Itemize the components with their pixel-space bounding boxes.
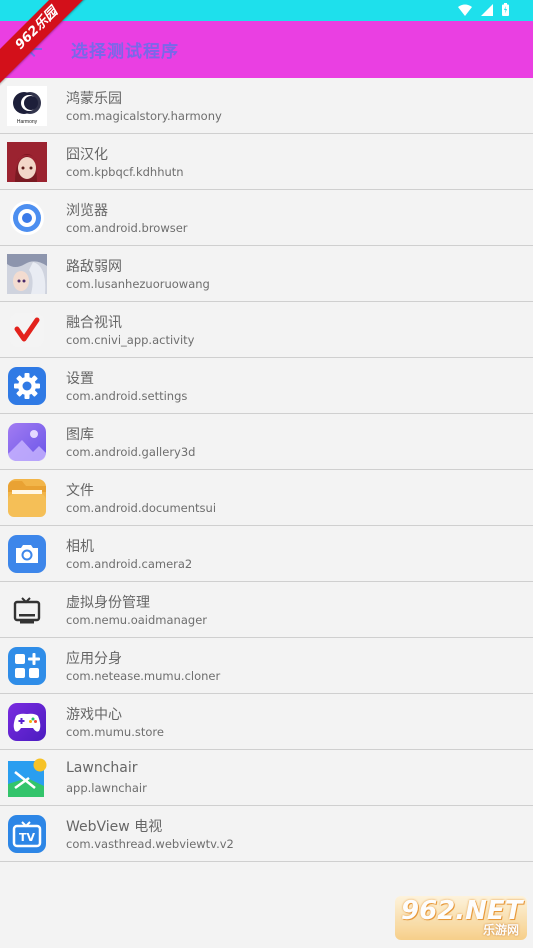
- app-row-cnivi[interactable]: 融合视讯 com.cnivi_app.activity: [0, 302, 533, 358]
- status-icons: [458, 3, 509, 16]
- app-list: Harmony 鸿蒙乐园 com.magicalstory.harmony 囧汉…: [0, 78, 533, 862]
- watermark-logo: 962.NET 乐游网: [395, 896, 527, 940]
- camera-icon: [7, 534, 47, 574]
- checkmark-icon: [7, 310, 47, 350]
- app-bar: 选择测试程序: [0, 21, 533, 78]
- app-row-oaidmanager[interactable]: 虚拟身份管理 com.nemu.oaidmanager: [0, 582, 533, 638]
- app-row-settings[interactable]: 设置 com.android.settings: [0, 358, 533, 414]
- app-name: 路敌弱网: [66, 259, 122, 275]
- app-name: 图库: [66, 427, 94, 443]
- tv-icon: [7, 590, 47, 630]
- app-package: com.lusanhezuoruowang: [66, 277, 210, 291]
- app-package: com.cnivi_app.activity: [66, 333, 195, 347]
- webview-tv-icon: TV: [7, 814, 47, 854]
- app-package: com.kpbqcf.kdhhutn: [66, 165, 184, 179]
- gallery-icon: [7, 422, 47, 462]
- anime-girl-icon: [7, 142, 47, 182]
- app-name: 相机: [66, 539, 94, 555]
- folder-icon: [7, 478, 47, 518]
- watermark-subtext: 乐游网: [482, 923, 519, 937]
- app-name: 设置: [66, 371, 94, 387]
- app-package: com.mumu.store: [66, 725, 164, 739]
- anime-character-icon: [7, 254, 47, 294]
- app-name: 游戏中心: [66, 707, 122, 723]
- svg-text:TV: TV: [19, 831, 36, 844]
- app-name: 文件: [66, 483, 94, 499]
- wifi-icon: [458, 4, 472, 16]
- page-title: 选择测试程序: [71, 42, 179, 62]
- app-row-camera[interactable]: 相机 com.android.camera2: [0, 526, 533, 582]
- app-package: app.lawnchair: [66, 781, 147, 795]
- app-name: 应用分身: [66, 651, 122, 667]
- app-row-documents[interactable]: 文件 com.android.documentsui: [0, 470, 533, 526]
- lawnchair-icon: [7, 758, 47, 798]
- app-package: com.android.browser: [66, 221, 188, 235]
- svg-text:Harmony: Harmony: [17, 119, 38, 125]
- app-name: 浏览器: [66, 203, 108, 219]
- app-name: 虚拟身份管理: [66, 595, 150, 611]
- battery-icon: [502, 3, 509, 16]
- apps-plus-icon: [7, 646, 47, 686]
- app-row-webviewtv[interactable]: TV WebView 电视 com.vasthread.webviewtv.v2: [0, 806, 533, 862]
- app-row-lawnchair[interactable]: Lawnchair app.lawnchair: [0, 750, 533, 806]
- app-package: com.vasthread.webviewtv.v2: [66, 837, 234, 851]
- app-name: 囧汉化: [66, 147, 108, 163]
- app-name: 鸿蒙乐园: [66, 91, 122, 107]
- app-row-kdhhutn[interactable]: 囧汉化 com.kpbqcf.kdhhutn: [0, 134, 533, 190]
- browser-icon: [7, 198, 47, 238]
- app-name: Lawnchair: [66, 760, 138, 776]
- app-name: 融合视讯: [66, 315, 122, 331]
- app-row-store[interactable]: 游戏中心 com.mumu.store: [0, 694, 533, 750]
- app-package: com.android.documentsui: [66, 501, 217, 515]
- app-row-browser[interactable]: 浏览器 com.android.browser: [0, 190, 533, 246]
- app-package: com.android.gallery3d: [66, 445, 196, 459]
- gear-icon: [7, 366, 47, 406]
- app-row-gallery[interactable]: 图库 com.android.gallery3d: [0, 414, 533, 470]
- status-bar: [0, 0, 533, 21]
- gamepad-icon: [7, 702, 47, 742]
- app-name: WebView 电视: [66, 819, 163, 835]
- app-package: com.nemu.oaidmanager: [66, 613, 207, 627]
- signal-icon: [481, 3, 493, 16]
- app-package: com.magicalstory.harmony: [66, 109, 222, 123]
- app-row-lusan[interactable]: 路敌弱网 com.lusanhezuoruowang: [0, 246, 533, 302]
- app-row-cloner[interactable]: 应用分身 com.netease.mumu.cloner: [0, 638, 533, 694]
- app-row-harmony[interactable]: Harmony 鸿蒙乐园 com.magicalstory.harmony: [0, 78, 533, 134]
- app-package: com.android.camera2: [66, 557, 193, 571]
- app-package: com.netease.mumu.cloner: [66, 669, 221, 683]
- app-package: com.android.settings: [66, 389, 188, 403]
- harmony-icon: Harmony: [7, 86, 47, 126]
